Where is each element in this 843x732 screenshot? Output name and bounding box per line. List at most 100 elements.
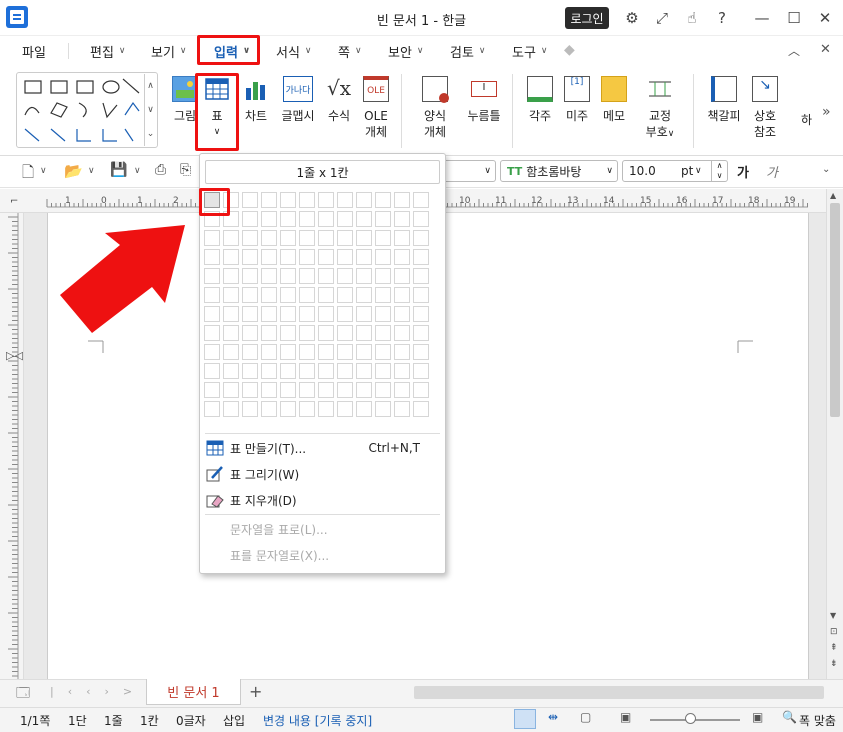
- new-doc-icon[interactable]: 🗋: [22, 162, 34, 187]
- grid-cell[interactable]: [223, 401, 239, 417]
- search-icon[interactable]: 🔍: [782, 710, 797, 724]
- collapse-ribbon-icon[interactable]: ︿: [788, 42, 800, 59]
- grid-cell[interactable]: [375, 325, 391, 341]
- prev-page-icon[interactable]: ⇞: [830, 643, 838, 653]
- minimize-icon[interactable]: —: [747, 6, 777, 30]
- ruler-corner-icon[interactable]: ⌐: [10, 196, 18, 207]
- grid-cell[interactable]: [299, 325, 315, 341]
- grid-cell[interactable]: [318, 344, 334, 360]
- grid-cell[interactable]: [337, 211, 353, 227]
- grid-cell[interactable]: [280, 249, 296, 265]
- grid-cell[interactable]: [375, 287, 391, 303]
- grid-cell[interactable]: [299, 287, 315, 303]
- grid-cell[interactable]: [356, 306, 372, 322]
- margin-marker-icon[interactable]: ▷◁: [6, 349, 23, 362]
- grid-cell[interactable]: [299, 192, 315, 208]
- add-tab-icon[interactable]: +: [249, 682, 262, 701]
- grid-cell[interactable]: [413, 306, 429, 322]
- zoom-in-icon[interactable]: ▣: [752, 710, 763, 724]
- grid-cell[interactable]: [242, 306, 258, 322]
- vertical-ruler[interactable]: [0, 213, 24, 679]
- ribbon-scroll-right-icon[interactable]: »: [822, 104, 831, 120]
- grid-cell[interactable]: [413, 344, 429, 360]
- grid-cell[interactable]: [337, 230, 353, 246]
- view-full-icon[interactable]: ▢: [580, 710, 591, 724]
- menu-page[interactable]: 쪽 ∨: [338, 40, 362, 62]
- view-page-icon[interactable]: [514, 709, 536, 729]
- horizontal-scrollbar[interactable]: [414, 686, 824, 699]
- grid-cell[interactable]: [242, 325, 258, 341]
- grid-cell[interactable]: [223, 287, 239, 303]
- grid-cell[interactable]: [337, 325, 353, 341]
- bold-button[interactable]: 가: [737, 162, 749, 181]
- grid-cell[interactable]: [242, 211, 258, 227]
- grid-cell[interactable]: [223, 344, 239, 360]
- grid-cell[interactable]: [318, 211, 334, 227]
- grid-cell[interactable]: [280, 382, 296, 398]
- grid-cell[interactable]: [394, 211, 410, 227]
- grid-cell[interactable]: [375, 249, 391, 265]
- grid-cell[interactable]: [299, 401, 315, 417]
- grid-cell[interactable]: [413, 363, 429, 379]
- grid-cell[interactable]: [413, 192, 429, 208]
- grid-cell[interactable]: [261, 230, 277, 246]
- ribbon-glyph-button[interactable]: 가나다 글맵시: [276, 76, 320, 124]
- maximize-icon[interactable]: ☐: [779, 6, 809, 30]
- grid-cell[interactable]: [261, 363, 277, 379]
- grid-cell[interactable]: [204, 230, 220, 246]
- grid-cell[interactable]: [242, 344, 258, 360]
- grid-cell[interactable]: [318, 401, 334, 417]
- grid-cell[interactable]: [337, 192, 353, 208]
- grid-cell[interactable]: [261, 268, 277, 284]
- ribbon-bookmark-button[interactable]: 책갈피: [702, 76, 746, 124]
- grid-cell[interactable]: [337, 249, 353, 265]
- settings-gear-icon[interactable]: ⚙: [617, 6, 647, 30]
- tab-document[interactable]: 빈 문서 1: [146, 679, 241, 705]
- table-size-grid[interactable]: [204, 192, 432, 420]
- grid-cell[interactable]: [280, 192, 296, 208]
- font-size-stepper[interactable]: ∧ ∨: [711, 161, 727, 181]
- grid-cell[interactable]: [356, 230, 372, 246]
- grid-cell[interactable]: [223, 325, 239, 341]
- menu-edit[interactable]: 편집 ∨: [90, 40, 126, 62]
- grid-cell[interactable]: [204, 325, 220, 341]
- chevron-down-icon[interactable]: ∨: [88, 166, 95, 176]
- ribbon-crossref-button[interactable]: ↘ 상호 참조: [743, 76, 787, 140]
- status-zoom[interactable]: 폭 맞춤: [799, 712, 836, 729]
- ribbon-ole-button[interactable]: OLE OLE 개체: [354, 76, 398, 140]
- grid-cell[interactable]: [261, 306, 277, 322]
- menu-file[interactable]: 파일: [22, 40, 46, 62]
- grid-cell[interactable]: [413, 382, 429, 398]
- grid-cell[interactable]: [356, 192, 372, 208]
- login-button[interactable]: 로그인: [565, 7, 609, 29]
- grid-cell[interactable]: [375, 382, 391, 398]
- grid-cell[interactable]: [242, 382, 258, 398]
- grid-cell[interactable]: [375, 306, 391, 322]
- grid-cell[interactable]: [356, 249, 372, 265]
- grid-cell[interactable]: [413, 249, 429, 265]
- grid-cell[interactable]: [223, 306, 239, 322]
- ribbon-more-label[interactable]: 하: [801, 111, 812, 128]
- grid-cell[interactable]: [280, 401, 296, 417]
- zoom-slider-handle[interactable]: [685, 713, 696, 724]
- menu-draw-table[interactable]: 표 그리기(W): [200, 461, 444, 487]
- grid-cell[interactable]: [356, 325, 372, 341]
- grid-cell[interactable]: [337, 268, 353, 284]
- grid-cell[interactable]: [375, 268, 391, 284]
- grid-cell[interactable]: [394, 268, 410, 284]
- grid-cell[interactable]: [394, 230, 410, 246]
- menu-format[interactable]: 서식 ∨: [276, 40, 312, 62]
- grid-cell[interactable]: [280, 363, 296, 379]
- grid-cell[interactable]: [394, 249, 410, 265]
- grid-cell[interactable]: [261, 382, 277, 398]
- grid-cell[interactable]: [394, 363, 410, 379]
- grid-cell[interactable]: [394, 401, 410, 417]
- grid-cell[interactable]: [280, 287, 296, 303]
- grid-cell[interactable]: [223, 363, 239, 379]
- grid-cell[interactable]: [299, 249, 315, 265]
- grid-cell[interactable]: [356, 211, 372, 227]
- expand-icon[interactable]: ⤢: [647, 6, 677, 30]
- grid-cell[interactable]: [299, 268, 315, 284]
- font-size-input[interactable]: 10.0 pt ∨ ∧ ∨: [622, 160, 728, 182]
- grid-cell[interactable]: [318, 382, 334, 398]
